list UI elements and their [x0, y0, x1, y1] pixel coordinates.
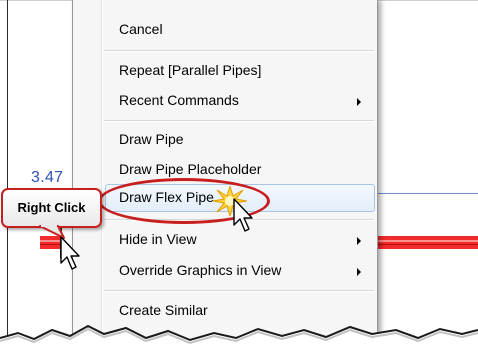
menu-separator — [104, 120, 374, 122]
mouse-cursor-icon — [233, 198, 253, 232]
menu-separator — [104, 290, 374, 292]
menu-item-draw-pipe[interactable]: Draw Pipe — [119, 131, 184, 147]
right-click-callout: Right Click — [1, 188, 102, 228]
menu-item-override-graphics[interactable]: Override Graphics in View — [119, 262, 281, 278]
canvas-border-left — [7, 0, 8, 352]
menu-item-cancel[interactable]: Cancel — [119, 21, 163, 37]
menu-item-repeat[interactable]: Repeat [Parallel Pipes] — [119, 62, 261, 78]
context-menu: Cancel Repeat [Parallel Pipes] Recent Co… — [72, 0, 378, 352]
submenu-arrow-icon — [357, 98, 361, 106]
menu-item-edit-family: Edit Family — [119, 333, 189, 349]
menu-item-draw-pipe-placeholder[interactable]: Draw Pipe Placeholder — [119, 161, 261, 177]
submenu-arrow-icon — [357, 268, 361, 276]
menu-item-hide-in-view[interactable]: Hide in View — [119, 231, 197, 247]
menu-item-recent-commands[interactable]: Recent Commands — [119, 92, 239, 108]
menu-separator — [104, 50, 374, 52]
mouse-cursor-icon — [60, 236, 80, 270]
menu-icon-gutter-highlight — [102, 0, 103, 352]
revit-drawing-canvas[interactable]: 3.47 Cancel Repeat [Parallel Pipes] Rece… — [0, 0, 478, 352]
submenu-arrow-icon — [357, 237, 361, 245]
menu-item-create-similar[interactable]: Create Similar — [119, 302, 208, 318]
dimension-value[interactable]: 3.47 — [31, 169, 63, 187]
